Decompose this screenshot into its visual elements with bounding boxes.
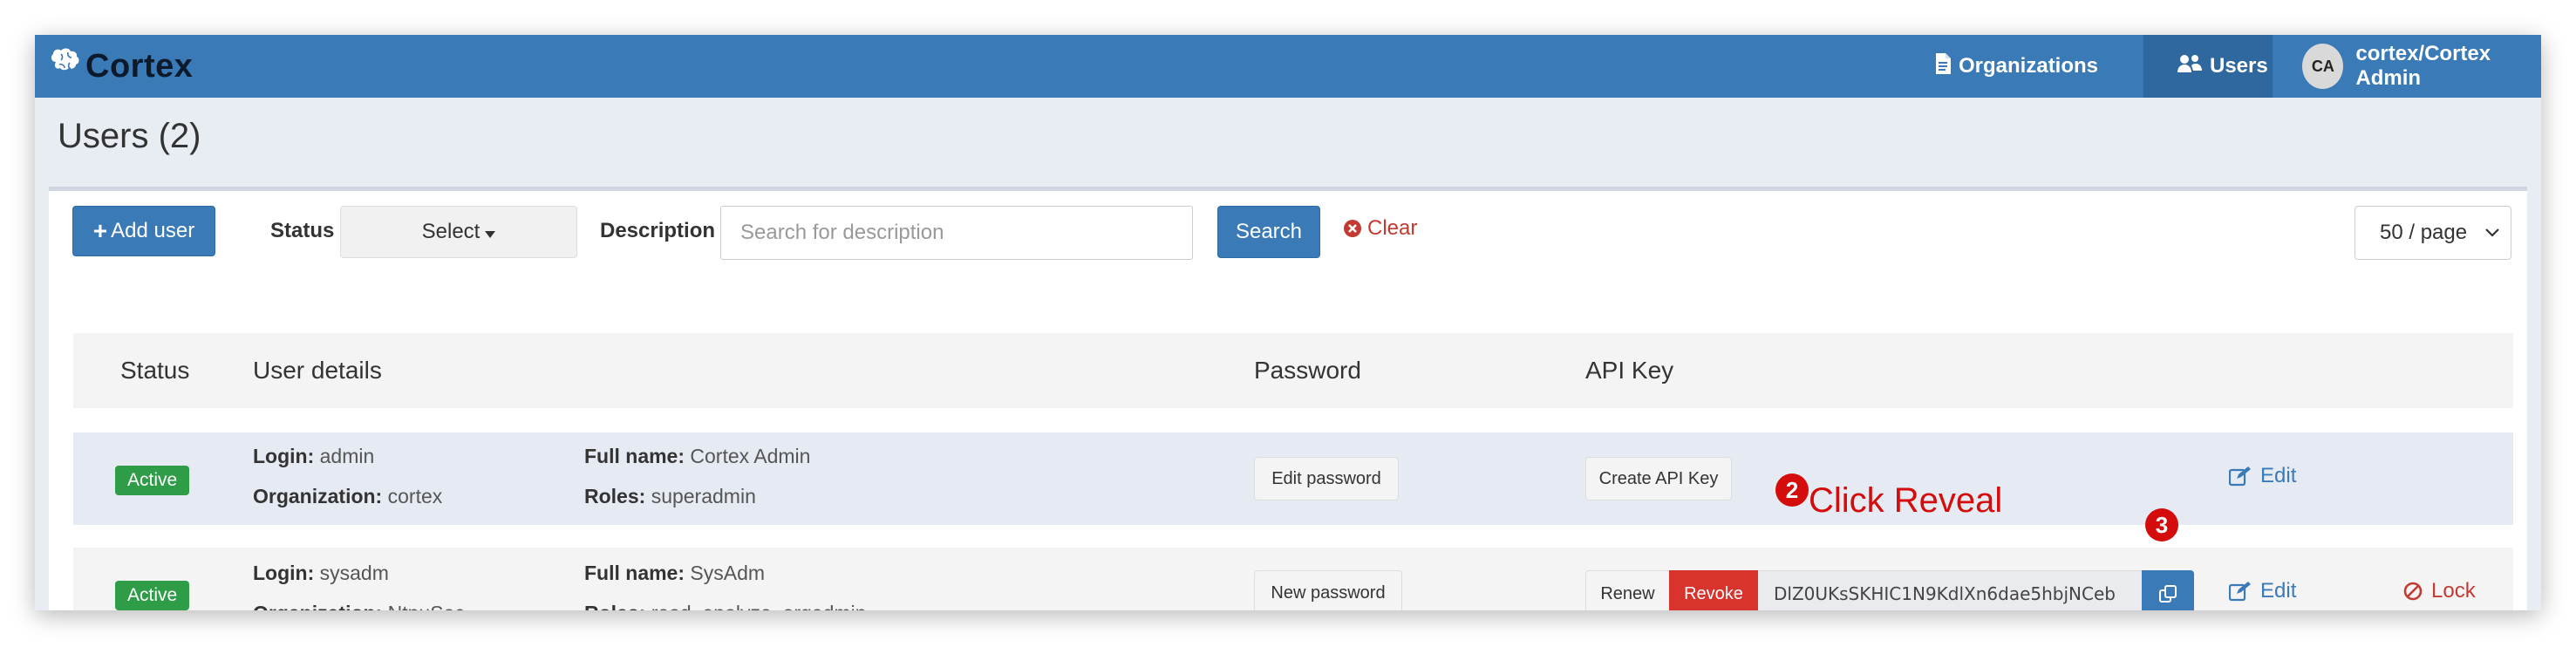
chevron-down-icon (2484, 228, 2500, 238)
page-size-select[interactable]: 50 / page (2355, 206, 2511, 260)
edit-password-button[interactable]: Edit password (1254, 457, 1399, 501)
organization-value: cortex (387, 485, 443, 507)
clear-label: Clear (1367, 216, 1418, 240)
description-search-input[interactable] (720, 206, 1193, 260)
status-filter-label: Status (270, 219, 335, 242)
edit-label: Edit (2260, 464, 2297, 487)
brand-logo[interactable]: Cortex (49, 40, 193, 92)
edit-user-link[interactable]: Edit (2229, 579, 2296, 603)
clear-filters-link[interactable]: Clear (1343, 216, 1417, 241)
copy-api-key-button[interactable] (2142, 570, 2194, 610)
nav-organizations-label: Organizations (1959, 54, 2099, 78)
organization-field: Organization: NtpuSoc (253, 602, 465, 610)
user-menu-label: cortex/Cortex Admin (2355, 42, 2491, 90)
page-size-value: 50 / page (2380, 221, 2468, 244)
login-field: Login: sysadm (253, 562, 389, 584)
login-value: sysadm (319, 562, 389, 584)
column-header-api-key: API Key (1585, 357, 1674, 384)
navbar: Cortex Organizations Users CA cortex/Cor… (35, 35, 2541, 98)
edit-label: Edit (2260, 579, 2297, 603)
column-header-user-details: User details (253, 357, 382, 384)
roles-value: read, analyze, orgadmin (651, 602, 867, 610)
table-row: Active Login: sysadm Organization: NtpuS… (73, 548, 2513, 610)
nav-organizations[interactable]: Organizations (1934, 35, 2098, 98)
description-filter-label: Description (600, 219, 716, 242)
api-key-value: DlZ0UKsSKHIC1N9KdlXn6dae5hbjNCeb (1758, 570, 2142, 610)
click-reveal-callout: Click Reveal (1809, 481, 2003, 520)
roles-field: Roles: superadmin (584, 485, 756, 507)
edit-user-link[interactable]: Edit (2229, 464, 2296, 488)
search-button[interactable]: Search (1217, 206, 1320, 258)
app-window: Cortex Organizations Users CA cortex/Cor… (35, 35, 2541, 610)
new-password-button[interactable]: New password (1254, 570, 1402, 610)
full-name-field: Full name: SysAdm (584, 562, 766, 584)
full-name-value: Cortex Admin (690, 445, 811, 467)
users-icon (2177, 53, 2210, 80)
nav-users[interactable]: Users (2143, 35, 2273, 98)
nav-users-label: Users (2210, 54, 2268, 78)
lock-user-link[interactable]: Lock (2403, 579, 2476, 603)
step-3-marker: 3 (2145, 508, 2178, 541)
table-header: Status User details Password API Key (73, 333, 2513, 408)
edit-icon (2229, 581, 2260, 602)
times-circle-icon (1343, 219, 1362, 238)
status-select[interactable]: Select (340, 206, 577, 258)
document-icon (1934, 52, 1959, 81)
status-badge: Active (115, 581, 190, 610)
roles-field: Roles: read, analyze, orgadmin (584, 602, 866, 610)
status-select-value: Select (421, 220, 480, 243)
login-value: admin (319, 445, 375, 467)
roles-value: superadmin (651, 485, 756, 507)
ban-icon (2403, 582, 2431, 601)
add-user-label: Add user (111, 219, 195, 242)
page-title: Users (2) (58, 117, 201, 155)
lock-label: Lock (2431, 579, 2476, 603)
login-field: Login: admin (253, 445, 375, 467)
status-badge: Active (115, 466, 190, 495)
create-api-key-button[interactable]: Create API Key (1585, 457, 1732, 501)
brand-name: Cortex (85, 47, 194, 85)
add-user-button[interactable]: + Add user (72, 206, 215, 256)
api-key-group: Renew Revoke DlZ0UKsSKHIC1N9KdlXn6dae5hb… (1585, 570, 2194, 610)
column-header-password: Password (1254, 357, 1361, 384)
organization-value: NtpuSoc (388, 602, 465, 610)
column-header-status: Status (120, 357, 190, 384)
caret-down-icon (485, 220, 496, 244)
step-2-marker: 2 (1775, 473, 1809, 507)
avatar: CA (2302, 44, 2344, 89)
copy-icon (2158, 584, 2177, 603)
full-name-field: Full name: Cortex Admin (584, 445, 811, 467)
brain-icon (49, 47, 85, 85)
table-row: Active Login: admin Organization: cortex… (73, 432, 2513, 525)
search-button-label: Search (1235, 220, 1303, 243)
renew-api-key-button[interactable]: Renew (1585, 570, 1669, 610)
edit-icon (2229, 466, 2260, 487)
plus-icon: + (92, 217, 108, 244)
user-menu[interactable]: CA cortex/Cortex Admin (2273, 35, 2541, 98)
full-name-value: SysAdm (690, 562, 766, 584)
revoke-api-key-button[interactable]: Revoke (1669, 570, 1758, 610)
organization-field: Organization: cortex (253, 485, 443, 507)
